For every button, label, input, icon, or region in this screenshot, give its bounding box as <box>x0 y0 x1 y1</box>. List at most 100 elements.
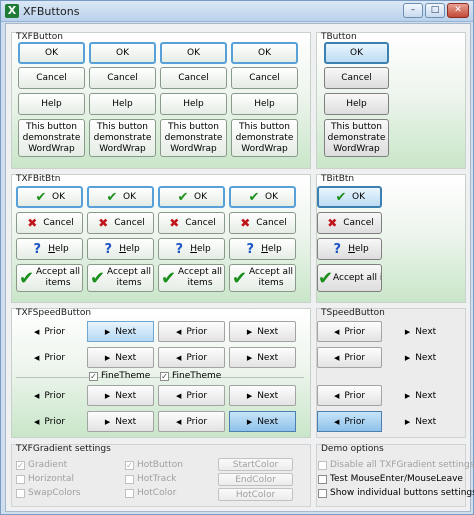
xf-speed-next-1[interactable]: ▶ Next <box>87 321 154 342</box>
t-speed-next-2[interactable]: ▶ Next <box>388 347 453 368</box>
title-bar[interactable]: X XFButtons – □ ✕ <box>1 1 473 22</box>
xf-wordwrap-button-1[interactable]: This button demonstrate WordWrap <box>18 119 85 157</box>
xf-speed-next-6[interactable]: ▶ Next <box>229 385 296 406</box>
xf-speed-prior-8[interactable]: ◀ Prior <box>158 411 225 432</box>
xf-speed-next-4[interactable]: ▶ Next <box>229 347 296 368</box>
xf-bit-ok-button-1[interactable]: ✔ OK <box>16 186 83 208</box>
hottrack-checkbox[interactable]: HotTrack <box>125 474 176 484</box>
t-bit-cancel-button[interactable]: ✖ Cancel <box>317 212 382 234</box>
gradient-checkbox[interactable]: ✓ Gradient <box>16 460 67 470</box>
xf-speed-prior-6[interactable]: ◀ Prior <box>158 385 225 406</box>
t-speed-prior-1[interactable]: ◀ Prior <box>317 321 382 342</box>
xf-bit-help-button-3[interactable]: ? Help <box>158 238 225 260</box>
check-icon: ✔ <box>335 189 347 205</box>
endcolor-button[interactable]: EndColor <box>218 473 293 486</box>
xf-bit-help-button-1[interactable]: ? Help <box>16 238 83 260</box>
xf-bit-accept-button-4[interactable]: ✔ Accept all items <box>229 264 296 292</box>
xf-wordwrap-button-3[interactable]: This button demonstrate WordWrap <box>160 119 227 157</box>
xf-speed-next-3[interactable]: ▶ Next <box>87 347 154 368</box>
checkbox-box <box>16 488 25 498</box>
xf-help-button-2[interactable]: Help <box>89 93 156 115</box>
xf-speed-prior-4[interactable]: ◀ Prior <box>158 347 225 368</box>
t-speed-next-3[interactable]: ▶ Next <box>388 385 453 406</box>
t-speed-prior-3[interactable]: ◀ Prior <box>317 385 382 406</box>
label: Cancel <box>43 217 74 228</box>
xf-help-button-1[interactable]: Help <box>18 93 85 115</box>
xf-cancel-button-4[interactable]: Cancel <box>231 67 298 89</box>
xf-bit-ok-button-3[interactable]: ✔ OK <box>158 186 225 208</box>
right-triangle-icon: ▶ <box>104 327 111 336</box>
wrap-line: demonstrate <box>327 132 386 143</box>
xf-bit-help-button-2[interactable]: ? Help <box>87 238 154 260</box>
xf-speed-next-8[interactable]: ▶ Next <box>229 411 296 432</box>
startcolor-button[interactable]: StartColor <box>218 458 293 471</box>
label: Cancel <box>185 217 216 228</box>
xf-bit-accept-button-2[interactable]: ✔ Accept all items <box>87 264 154 292</box>
xf-speed-prior-5[interactable]: ◀ Prior <box>16 385 83 406</box>
label: Prior <box>344 352 366 363</box>
question-icon: ? <box>333 241 341 257</box>
xf-bit-help-button-4[interactable]: ? Help <box>229 238 296 260</box>
t-speed-prior-2[interactable]: ◀ Prior <box>317 347 382 368</box>
finetheme-checkbox-2[interactable]: ✓ FineTheme <box>160 371 221 381</box>
t-bit-ok-button[interactable]: ✔ OK <box>317 186 382 208</box>
xf-speed-next-7[interactable]: ▶ Next <box>87 411 154 432</box>
xf-ok-button-4[interactable]: OK <box>231 42 298 64</box>
xf-speed-prior-1[interactable]: ◀ Prior <box>16 321 83 342</box>
show-individual-checkbox[interactable]: Show individual buttons settings <box>318 488 474 498</box>
t-help-button[interactable]: Help <box>324 93 389 115</box>
xf-speed-next-5[interactable]: ▶ Next <box>87 385 154 406</box>
t-ok-button[interactable]: OK <box>324 42 389 64</box>
maximize-button[interactable]: □ <box>425 3 445 18</box>
xf-bit-accept-button-3[interactable]: ✔ Accept all items <box>158 264 225 292</box>
xf-speed-prior-7[interactable]: ◀ Prior <box>16 411 83 432</box>
t-speed-next-4[interactable]: ▶ Next <box>388 411 453 432</box>
xf-bit-cancel-button-2[interactable]: ✖ Cancel <box>87 212 154 234</box>
checkbox-box: ✓ <box>125 460 134 470</box>
t-bit-help-button[interactable]: ? Help <box>317 238 382 260</box>
test-mouse-checkbox[interactable]: Test MouseEnter/MouseLeave <box>318 474 463 484</box>
disable-all-checkbox[interactable]: Disable all TXFGradient settings <box>318 460 474 470</box>
xf-bit-accept-button-1[interactable]: ✔ Accept all items <box>16 264 83 292</box>
xf-cancel-button-3[interactable]: Cancel <box>160 67 227 89</box>
xf-bit-cancel-button-3[interactable]: ✖ Cancel <box>158 212 225 234</box>
xf-bit-ok-button-4[interactable]: ✔ OK <box>229 186 296 208</box>
t-speed-next-1[interactable]: ▶ Next <box>388 321 453 342</box>
demo-options-caption: Demo options <box>321 444 384 454</box>
t-wordwrap-button[interactable]: This button demonstrate WordWrap <box>324 119 389 157</box>
swapcolors-checkbox[interactable]: SwapColors <box>16 488 81 498</box>
xf-speed-prior-3[interactable]: ◀ Prior <box>16 347 83 368</box>
close-button[interactable]: ✕ <box>447 3 469 18</box>
t-cancel-button[interactable]: Cancel <box>324 67 389 89</box>
horizontal-checkbox[interactable]: Horizontal <box>16 474 74 484</box>
xf-bit-ok-button-2[interactable]: ✔ OK <box>87 186 154 208</box>
minimize-button[interactable]: – <box>403 3 423 18</box>
xf-speed-prior-2[interactable]: ◀ Prior <box>158 321 225 342</box>
check-icon: ✔ <box>106 189 118 205</box>
xf-wordwrap-button-2[interactable]: This button demonstrate WordWrap <box>89 119 156 157</box>
xf-cancel-button-1[interactable]: Cancel <box>18 67 85 89</box>
finetheme-checkbox-1[interactable]: ✓ FineTheme <box>89 371 150 381</box>
left-triangle-icon: ◀ <box>175 327 182 336</box>
label: Accept all <box>248 267 294 277</box>
xf-cancel-button-2[interactable]: Cancel <box>89 67 156 89</box>
xf-ok-button-1[interactable]: OK <box>18 42 85 64</box>
xf-bit-cancel-button-4[interactable]: ✖ Cancel <box>229 212 296 234</box>
label: HotTrack <box>137 474 177 484</box>
xf-help-button-4[interactable]: Help <box>231 93 298 115</box>
hotbutton-checkbox[interactable]: ✓ HotButton <box>125 460 183 470</box>
xf-help-button-3[interactable]: Help <box>160 93 227 115</box>
hotcolor-checkbox[interactable]: HotColor <box>125 488 176 498</box>
t-speed-prior-4[interactable]: ◀ Prior <box>317 411 382 432</box>
xf-ok-button-3[interactable]: OK <box>160 42 227 64</box>
checkbox-box <box>125 488 134 498</box>
t-bit-accept-button[interactable]: ✔Accept all items <box>317 264 382 292</box>
xf-wordwrap-button-4[interactable]: This button demonstrate WordWrap <box>231 119 298 157</box>
hotcolor-button[interactable]: HotColor <box>218 488 293 501</box>
xf-ok-button-2[interactable]: OK <box>89 42 156 64</box>
left-triangle-icon: ◀ <box>333 353 340 362</box>
label: Cancel <box>114 217 145 228</box>
xf-speed-next-2[interactable]: ▶ Next <box>229 321 296 342</box>
tspeedbutton-caption: TSpeedButton <box>321 308 385 318</box>
xf-bit-cancel-button-1[interactable]: ✖ Cancel <box>16 212 83 234</box>
